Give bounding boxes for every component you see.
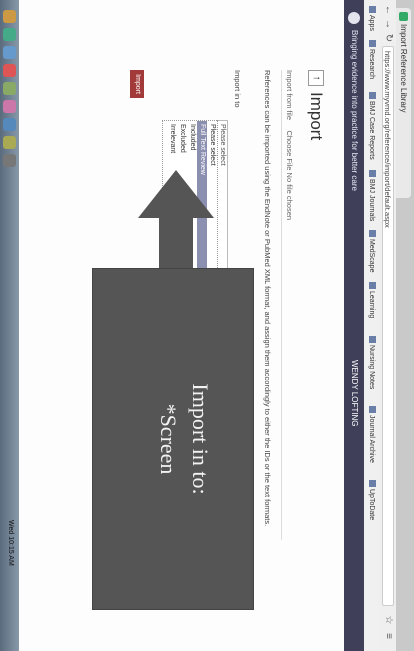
address-bar: ← → ↻ https://www.myvmd.org/reference/im…	[378, 0, 396, 651]
back-arrow-icon[interactable]: ←	[382, 4, 394, 16]
bookmark-item[interactable]: BMJ Journals	[366, 170, 377, 221]
app-icon[interactable]	[3, 136, 16, 149]
app-icon[interactable]	[3, 154, 16, 167]
browser-icon[interactable]	[3, 118, 16, 131]
bookmark-item[interactable]: Research	[366, 40, 377, 79]
menu-icon[interactable]: ≡	[382, 630, 394, 642]
bookmark-item[interactable]: Learning	[366, 282, 377, 318]
app-icon[interactable]	[3, 100, 16, 113]
app-header: Bringing evidence into practice for bett…	[344, 0, 364, 651]
os-dock: Wed 10:15 AM	[0, 0, 19, 651]
import-button[interactable]: Import	[130, 70, 144, 98]
page-title: Import	[307, 92, 326, 141]
app-icon[interactable]	[3, 82, 16, 95]
tab-strip: Import Reference Library	[396, 0, 414, 651]
forward-arrow-icon[interactable]: →	[382, 18, 394, 30]
import-to-label: Import in to	[233, 70, 242, 108]
import-file-row: Import from file Choose File No file cho…	[285, 70, 294, 220]
clock-text: Wed 10:15 AM	[7, 520, 14, 566]
import-file-label: Import from file	[285, 70, 294, 121]
back-button[interactable]: ↑	[308, 70, 324, 86]
reload-icon[interactable]: ↻	[382, 32, 394, 44]
browser-tab[interactable]: Import Reference Library	[396, 8, 411, 198]
scanned-screenshot: Import Reference Library ← → ↻ https://w…	[0, 0, 414, 651]
annotation-arrow-shaft	[159, 218, 193, 268]
url-input[interactable]: https://www.myvmd.org/reference/import/d…	[382, 46, 394, 606]
tab-title: Import Reference Library	[399, 24, 408, 113]
star-icon[interactable]: ☆	[382, 614, 394, 626]
annotation-callout: Import in to: *Screen	[92, 268, 254, 610]
bookmark-item[interactable]: UpToDate	[366, 480, 377, 520]
import-page: ↑ Import Import from file Choose File No…	[0, 0, 344, 651]
divider	[281, 70, 282, 540]
app-icon[interactable]	[3, 28, 16, 41]
choose-file-button[interactable]: Choose File No file chosen	[285, 130, 294, 220]
favicon-icon	[399, 12, 408, 21]
bookmark-item[interactable]: Apps	[366, 6, 377, 31]
rotated-browser-window: Import Reference Library ← → ↻ https://w…	[0, 0, 414, 651]
bookmarks-bar: Apps Research BMJ Case Reports BMJ Journ…	[363, 0, 379, 651]
bookmark-item[interactable]: Nursing Notes	[366, 336, 377, 389]
user-menu[interactable]: WENDY LOFTING	[350, 360, 359, 427]
app-logo-icon[interactable]	[348, 12, 360, 24]
annotation-subtitle: *Screen	[156, 403, 181, 475]
annotation-title: Import in to:	[188, 383, 213, 495]
bookmark-item[interactable]: Journal Archive	[366, 406, 377, 463]
calendar-icon[interactable]	[3, 64, 16, 77]
bookmark-item[interactable]: MedScape	[366, 230, 377, 272]
annotation-arrow-icon	[138, 170, 214, 218]
arrow-up-icon: ↑	[311, 75, 322, 81]
app-tagline: Bringing evidence into practice for bett…	[350, 30, 359, 191]
import-info-text: References can be imported using the End…	[263, 70, 272, 527]
finder-icon[interactable]	[3, 10, 16, 23]
bookmark-item[interactable]: BMJ Case Reports	[366, 92, 377, 160]
mail-icon[interactable]	[3, 46, 16, 59]
